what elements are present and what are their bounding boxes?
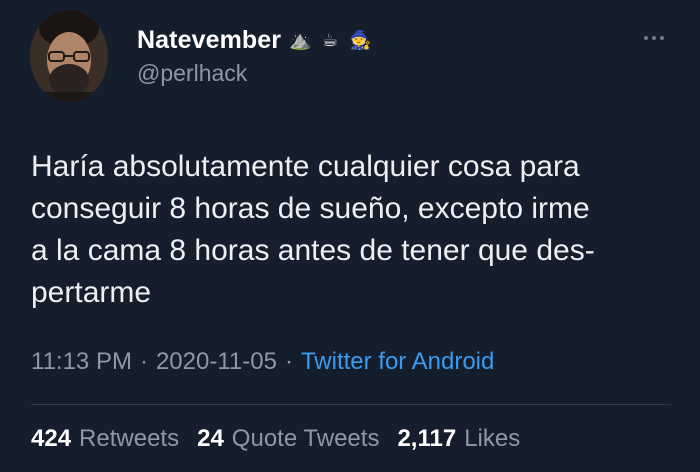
meta-separator: ·	[284, 348, 293, 375]
display-name[interactable]: Natevember	[137, 26, 281, 55]
quote-tweets-stat[interactable]: 24 Quote Tweets	[197, 425, 379, 453]
avatar-image	[30, 10, 108, 102]
retweets-label: Retweets	[79, 425, 180, 452]
author-name-row[interactable]: Natevember ⛰️ ☕ 🧙	[137, 22, 372, 58]
tweet-stats: 424 Retweets 24 Quote Tweets 2,117 Likes	[31, 425, 520, 453]
tweet-card: Natevember ⛰️ ☕ 🧙 @perlhack Haría absolu…	[0, 0, 700, 472]
more-dot	[644, 36, 648, 40]
quote-tweets-label: Quote Tweets	[231, 425, 380, 452]
more-horizontal-icon[interactable]	[638, 28, 670, 48]
wizard-emoji-icon: 🧙	[349, 30, 372, 50]
author-handle[interactable]: @perlhack	[137, 60, 247, 87]
tweet-text: Haría absolutamente cualquier cosa para …	[31, 150, 595, 309]
likes-label: Likes	[464, 425, 521, 452]
more-dot	[660, 36, 664, 40]
tweet-source-link[interactable]: Twitter for Android	[301, 348, 494, 376]
divider	[31, 404, 671, 405]
retweets-stat[interactable]: 424 Retweets	[31, 425, 179, 453]
more-dot	[652, 36, 656, 40]
meta-separator: ·	[139, 348, 148, 375]
retweets-count: 424	[31, 425, 72, 452]
tweet-time[interactable]: 11:13 PM	[31, 348, 132, 376]
mountain-emoji-icon: ⛰️	[289, 30, 312, 50]
likes-count: 2,117	[397, 425, 457, 452]
avatar[interactable]	[30, 10, 108, 102]
tweet-meta: 11:13 PM · 2020-11-05 · Twitter for Andr…	[31, 348, 494, 376]
likes-stat[interactable]: 2,117 Likes	[397, 425, 520, 453]
tweet-date[interactable]: 2020-11-05	[156, 348, 277, 376]
quote-tweets-count: 24	[197, 425, 224, 452]
coffee-emoji-icon: ☕	[322, 30, 339, 50]
